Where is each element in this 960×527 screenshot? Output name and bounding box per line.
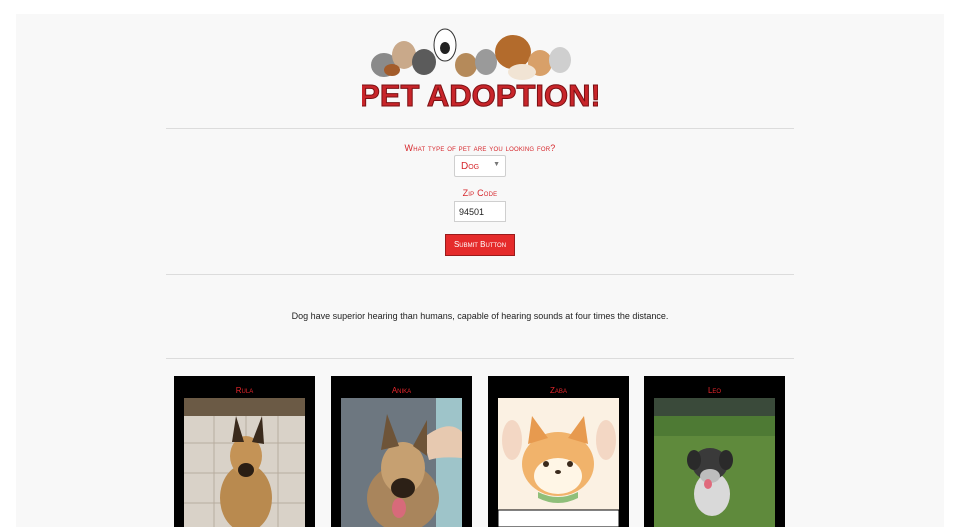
pet-name: Rula	[235, 386, 254, 395]
pet-card[interactable]: Zaba	[488, 376, 629, 527]
pet-adoption-logo: PET ADOPTION!	[359, 20, 601, 114]
pet-photo	[341, 398, 462, 527]
logo-text: PET ADOPTION!	[362, 78, 598, 113]
divider	[166, 128, 794, 129]
divider	[166, 358, 794, 359]
pet-name: Anika	[391, 386, 412, 395]
pet-name: Zaba	[550, 386, 567, 395]
pet-card[interactable]: Rula	[174, 376, 315, 527]
zip-code-input[interactable]	[454, 201, 506, 222]
pet-type-value: Dog	[461, 161, 480, 172]
pet-name: Leo	[707, 386, 722, 395]
pet-type-label: What type of pet are you looking for?	[404, 143, 556, 153]
submit-button[interactable]: Submit Button	[445, 234, 515, 256]
chevron-down-icon: ▼	[493, 161, 500, 168]
zip-label: Zip Code	[462, 188, 498, 198]
pet-card[interactable]: Anika	[331, 376, 472, 527]
pet-photo	[498, 398, 619, 527]
pet-fact: Dog have superior hearing than humans, c…	[291, 311, 669, 321]
pet-photo	[184, 398, 305, 527]
pet-photo	[654, 398, 775, 527]
page-container: PET ADOPTION! What type of pet are you l…	[16, 14, 944, 527]
pet-type-select[interactable]: Dog ▼	[454, 155, 506, 177]
pet-card[interactable]: Leo	[644, 376, 785, 527]
divider	[166, 274, 794, 275]
